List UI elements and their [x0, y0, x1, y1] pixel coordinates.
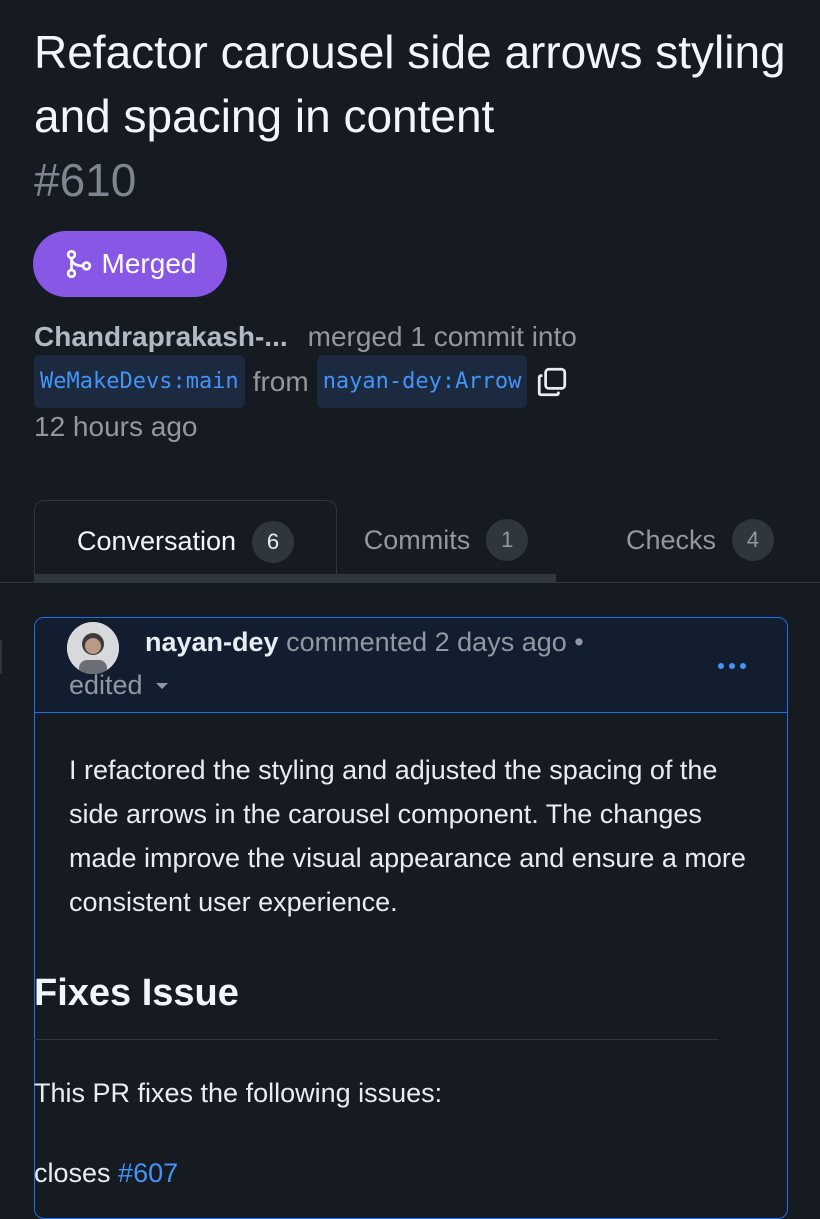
issue-link[interactable]: #607 — [118, 1158, 178, 1188]
comment-meta: nayan-dey commented 2 days ago • — [145, 622, 584, 662]
fixes-description: This PR fixes the following issues: — [34, 1078, 443, 1108]
tab-conversation-label: Conversation — [76, 526, 237, 556]
triangle-down-icon — [155, 682, 168, 689]
head-branch[interactable]: nayan-dey:Arrow — [316, 355, 528, 408]
tab-conversation[interactable]: Conversation 6 — [34, 500, 337, 582]
comment-text: I refactored the styling and adjusted th… — [69, 755, 746, 917]
comment-more-button[interactable] — [707, 646, 757, 686]
edited-label: edited — [69, 670, 143, 700]
tab-checks-label: Checks — [625, 524, 717, 555]
pr-tabs: Conversation 6 Commits 1 Checks 4 — [0, 500, 820, 583]
comment-author[interactable]: nayan-dey — [145, 627, 279, 657]
kebab-horizontal-icon — [718, 663, 724, 669]
merged-status-badge: Merged — [33, 231, 227, 297]
tab-commits[interactable]: Commits 1 — [336, 500, 556, 580]
from-label: from — [252, 366, 309, 397]
comment-body: I refactored the styling and adjusted th… — [69, 748, 759, 924]
pr-number: #610 — [34, 154, 137, 206]
comment-header: nayan-dey commented 2 days ago • edited — [35, 618, 787, 713]
tab-conversation-count: 6 — [252, 520, 295, 563]
merge-action-text: merged 1 commit into — [307, 321, 577, 352]
comment-action: commented 2 days ago • — [286, 627, 584, 657]
closes-line: closes #607 — [34, 1158, 178, 1189]
copy-icon[interactable] — [535, 365, 569, 399]
merged-status-label: Merged — [101, 248, 197, 279]
pr-meta: Chandraprakash-... merged 1 commit into … — [34, 314, 794, 449]
closes-label: closes — [34, 1158, 111, 1188]
base-branch[interactable]: WeMakeDevs:main — [34, 355, 245, 408]
kebab-dot — [740, 663, 746, 669]
pr-title: Refactor carousel side arrows styling an… — [34, 20, 794, 212]
avatar-image — [67, 622, 119, 674]
tab-commits-count: 1 — [486, 519, 529, 561]
tab-commits-label: Commits — [363, 524, 471, 555]
tabs-scroll-indicator — [34, 574, 556, 582]
git-merge-icon — [66, 249, 91, 279]
edited-dropdown[interactable]: edited — [69, 670, 169, 701]
comment-card: nayan-dey commented 2 days ago • edited … — [34, 617, 788, 1219]
avatar[interactable] — [67, 622, 119, 674]
author-link[interactable]: Chandraprakash-... — [34, 314, 288, 359]
heading-divider — [34, 1039, 718, 1040]
pr-title-text: Refactor carousel side arrows styling an… — [34, 26, 786, 142]
merge-timestamp: 12 hours ago — [34, 411, 198, 442]
timeline-edge — [0, 640, 2, 674]
tab-checks-count: 4 — [732, 519, 775, 561]
tab-checks[interactable]: Checks 4 — [600, 500, 800, 580]
fixes-issue-heading: Fixes Issue — [34, 972, 239, 1014]
kebab-dot — [729, 663, 735, 669]
